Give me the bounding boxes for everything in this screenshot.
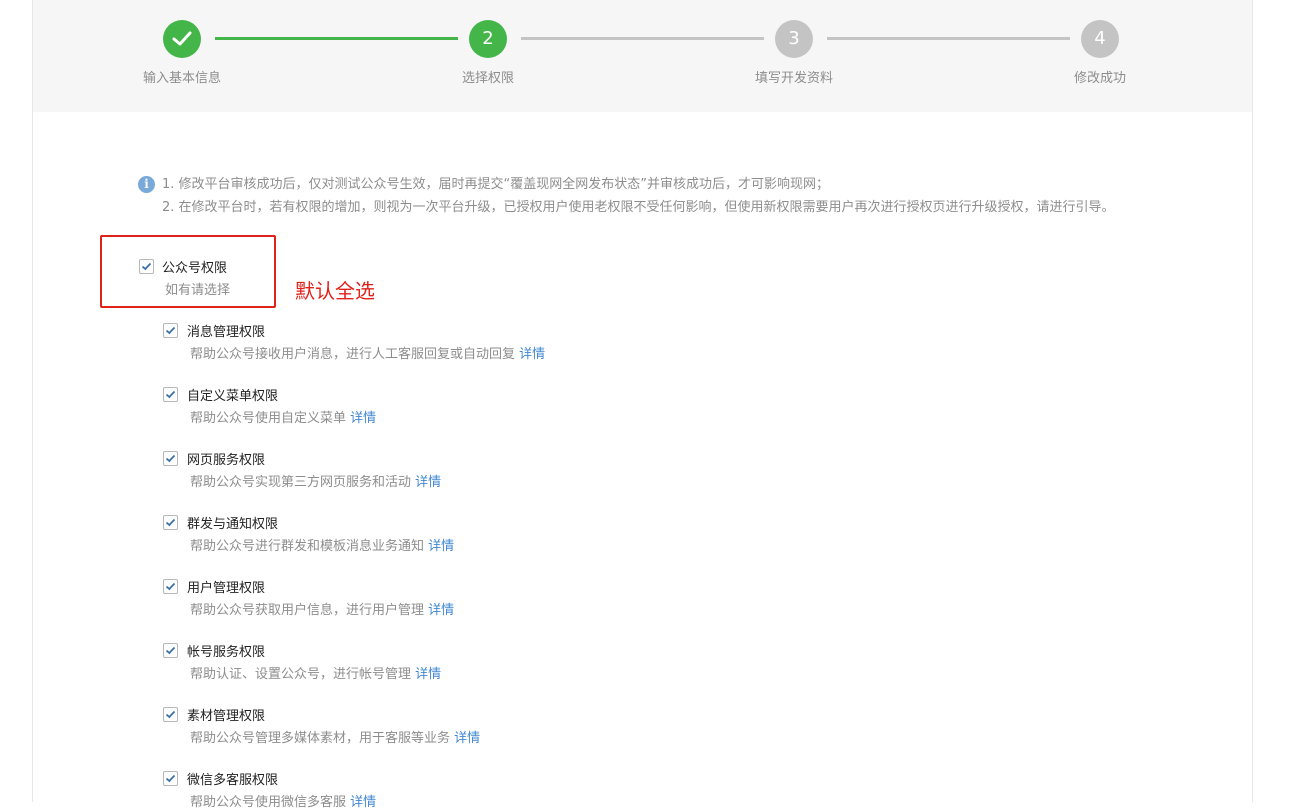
step-connector-2 xyxy=(521,37,764,40)
notice-line-2: 2. 在修改平台时，若有权限的增加，则视为一次平台升级，已授权用户使用老权限不受… xyxy=(162,200,1115,215)
checkmark-icon xyxy=(165,646,176,655)
step-1-circle xyxy=(163,20,201,58)
permission-description: 帮助公众号使用自定义菜单 详情 xyxy=(190,407,376,426)
checkmark-icon xyxy=(141,262,152,271)
permission-description: 帮助公众号获取用户信息，进行用户管理 详情 xyxy=(190,599,454,618)
group-checkbox[interactable] xyxy=(139,259,154,274)
info-icon: i xyxy=(138,176,155,193)
permission-detail-link[interactable]: 详情 xyxy=(428,603,454,618)
group-subtitle: 如有请选择 xyxy=(165,283,231,298)
permission-checkbox[interactable] xyxy=(163,707,178,722)
notice-line-1: 1. 修改平台审核成功后，仅对测试公众号生效，届时再提交“覆盖现网全网发布状态”… xyxy=(162,177,830,192)
permission-checkbox[interactable] xyxy=(163,451,178,466)
step-2-circle: 2 xyxy=(469,20,507,58)
permission-title: 群发与通知权限 xyxy=(187,517,279,532)
permission-title: 消息管理权限 xyxy=(187,325,266,340)
step-1-label: 输入基本信息 xyxy=(142,71,221,86)
step-4-circle: 4 xyxy=(1081,20,1119,58)
checkmark-icon xyxy=(165,582,176,591)
permission-description-text: 帮助认证、设置公众号，进行帐号管理 xyxy=(190,667,412,682)
step-3-circle: 3 xyxy=(775,20,813,58)
permission-detail-link[interactable]: 详情 xyxy=(519,347,545,362)
step-progress-bar: 2 3 4 输入基本信息 选择权限 填写开发资料 修改成功 xyxy=(33,0,1252,112)
permission-description: 帮助公众号接收用户消息，进行人工客服回复或自动回复 详情 xyxy=(190,343,545,362)
permission-detail-link[interactable]: 详情 xyxy=(415,667,441,682)
permission-checkbox[interactable] xyxy=(163,771,178,786)
permission-title: 素材管理权限 xyxy=(187,709,266,724)
permission-description-text: 帮助公众号进行群发和模板消息业务通知 xyxy=(190,539,425,554)
step-3-label: 填写开发资料 xyxy=(754,71,833,86)
checkmark-icon xyxy=(165,774,176,783)
permission-description-text: 帮助公众号实现第三方网页服务和活动 xyxy=(190,475,412,490)
permission-description-text: 帮助公众号使用微信多客服 xyxy=(190,795,347,810)
checkmark-icon xyxy=(165,390,176,399)
permission-description: 帮助公众号进行群发和模板消息业务通知 详情 xyxy=(190,535,454,554)
check-icon xyxy=(172,31,192,46)
permission-description-text: 帮助公众号获取用户信息，进行用户管理 xyxy=(190,603,425,618)
permission-detail-link[interactable]: 详情 xyxy=(350,795,376,810)
permission-description: 帮助公众号使用微信多客服 详情 xyxy=(190,791,376,810)
step-connector-3 xyxy=(827,37,1070,40)
permission-description: 帮助认证、设置公众号，进行帐号管理 详情 xyxy=(190,663,441,682)
checkmark-icon xyxy=(165,710,176,719)
step-4-label: 修改成功 xyxy=(1073,71,1126,86)
annotation-text: 默认全选 xyxy=(295,279,375,303)
main-panel: 2 3 4 输入基本信息 选择权限 填写开发资料 修改成功 i 1. 修改平台审… xyxy=(32,0,1253,810)
permission-checkbox[interactable] xyxy=(163,643,178,658)
checkmark-icon xyxy=(165,326,176,335)
permission-description: 帮助公众号管理多媒体素材，用于客服等业务 详情 xyxy=(190,727,480,746)
permission-title: 帐号服务权限 xyxy=(187,645,266,660)
permission-checkbox[interactable] xyxy=(163,387,178,402)
checkmark-icon xyxy=(165,454,176,463)
permission-title: 自定义菜单权限 xyxy=(187,389,279,404)
permission-checkbox[interactable] xyxy=(163,515,178,530)
permission-title: 微信多客服权限 xyxy=(187,773,279,788)
permission-description: 帮助公众号实现第三方网页服务和活动 详情 xyxy=(190,471,441,490)
permission-checkbox[interactable] xyxy=(163,323,178,338)
permission-detail-link[interactable]: 详情 xyxy=(415,475,441,490)
checkmark-icon xyxy=(165,518,176,527)
permission-description-text: 帮助公众号管理多媒体素材，用于客服等业务 xyxy=(190,731,451,746)
permission-detail-link[interactable]: 详情 xyxy=(428,539,454,554)
permission-description-text: 帮助公众号使用自定义菜单 xyxy=(190,411,347,426)
permission-detail-link[interactable]: 详情 xyxy=(454,731,480,746)
step-2-label: 选择权限 xyxy=(461,71,514,86)
permission-title: 用户管理权限 xyxy=(187,581,266,596)
group-title: 公众号权限 xyxy=(162,261,228,276)
permission-checkbox[interactable] xyxy=(163,579,178,594)
permission-title: 网页服务权限 xyxy=(187,453,266,468)
permission-description-text: 帮助公众号接收用户消息，进行人工客服回复或自动回复 xyxy=(190,347,516,362)
step-connector-1 xyxy=(215,37,458,40)
permission-detail-link[interactable]: 详情 xyxy=(350,411,376,426)
